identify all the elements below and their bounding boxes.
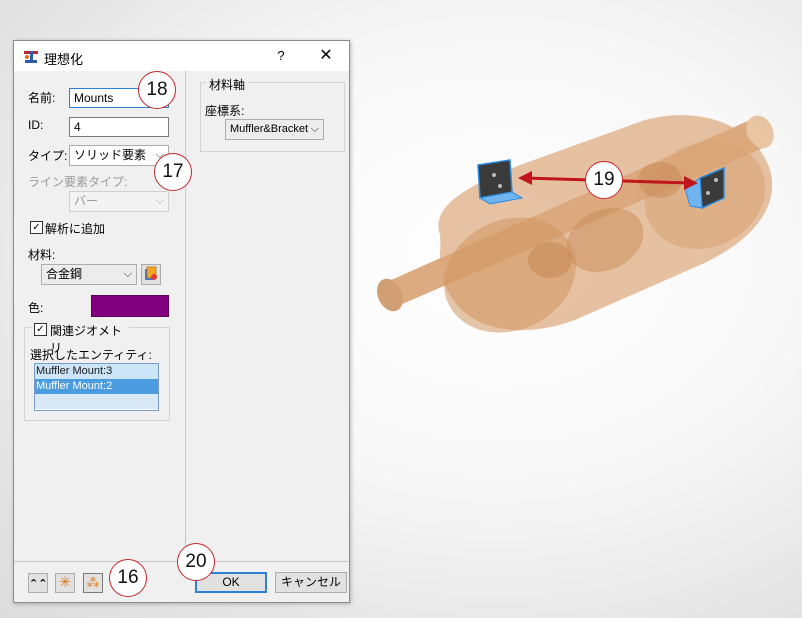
- chevron-down-icon: ⌵: [310, 123, 319, 135]
- chevron-down-icon: ⌵: [123, 268, 132, 280]
- type-select-value: ソリッド要素: [74, 148, 147, 162]
- material-select-value: 合金鋼: [46, 267, 83, 281]
- muffler-body: [438, 115, 773, 333]
- collapse-button[interactable]: ⌃⌃: [28, 573, 48, 593]
- add-to-analysis-label: 解析に追加: [45, 222, 106, 236]
- color-swatch[interactable]: [91, 295, 169, 317]
- callout-19: 19: [585, 161, 623, 199]
- callout-20: 20: [177, 543, 215, 581]
- name-label: 名前:: [28, 91, 56, 105]
- material-library-icon: [145, 266, 157, 280]
- type-label: タイプ:: [28, 149, 68, 163]
- highlight-button[interactable]: ✳: [55, 573, 75, 593]
- coord-system-label: 座標系:: [205, 104, 245, 118]
- sparkle-icon: ✳: [58, 574, 72, 591]
- model-viewport[interactable]: [360, 80, 790, 370]
- title-bar: 理想化 ? ✕: [14, 41, 349, 71]
- coord-system-value: Muffler&Bracket: [230, 123, 309, 135]
- sparkle-frame-icon: ⁂: [86, 575, 100, 590]
- material-axis-legend: 材料軸: [206, 76, 249, 93]
- double-chevron-up-icon: ⌃⌃: [29, 578, 48, 590]
- material-library-button[interactable]: [141, 264, 161, 285]
- type-select[interactable]: ソリッド要素 ⌵: [69, 145, 169, 166]
- callout-17: 17: [154, 153, 192, 191]
- help-button[interactable]: ?: [270, 45, 292, 67]
- line-type-select-value: バー: [74, 194, 99, 208]
- id-field[interactable]: 4: [69, 117, 169, 137]
- dialog-title: 理想化: [44, 52, 84, 67]
- related-geometry-checkbox[interactable]: ✓: [34, 323, 47, 336]
- idealize-dialog: 理想化 ? ✕ 名前: Mounts ID: 4 タイプ: ソリッド要素 ⌵ ラ…: [13, 40, 350, 603]
- line-type-label: ライン要素タイプ:: [28, 175, 128, 189]
- selected-entities-label: 選択したエンティティ:: [30, 348, 152, 362]
- material-label: 材料:: [28, 248, 56, 262]
- list-item[interactable]: Muffler Mount:2: [35, 379, 158, 394]
- list-item[interactable]: Muffler Mount:3: [35, 364, 158, 379]
- callout-18: 18: [138, 71, 176, 109]
- line-type-select: バー ⌵: [69, 191, 169, 212]
- callout-16: 16: [109, 559, 147, 597]
- add-to-analysis-checkbox[interactable]: ✓: [30, 221, 43, 234]
- related-geometry-legend: ✓ 関連ジオメトリ: [31, 321, 129, 355]
- color-label: 色:: [28, 301, 44, 315]
- close-button[interactable]: ✕: [314, 45, 338, 67]
- panel-divider: [185, 71, 186, 561]
- highlight-all-button[interactable]: ⁂: [83, 573, 103, 593]
- material-select[interactable]: 合金鋼 ⌵: [41, 264, 137, 285]
- id-label: ID:: [28, 118, 44, 132]
- list-empty-row: [35, 394, 158, 409]
- cancel-button[interactable]: キャンセル: [275, 572, 347, 593]
- idealize-icon: [24, 51, 38, 63]
- selected-entities-list[interactable]: Muffler Mount:3 Muffler Mount:2: [34, 363, 159, 411]
- chevron-down-icon: ⌵: [155, 195, 164, 207]
- coord-system-select[interactable]: Muffler&Bracket ⌵: [225, 119, 324, 140]
